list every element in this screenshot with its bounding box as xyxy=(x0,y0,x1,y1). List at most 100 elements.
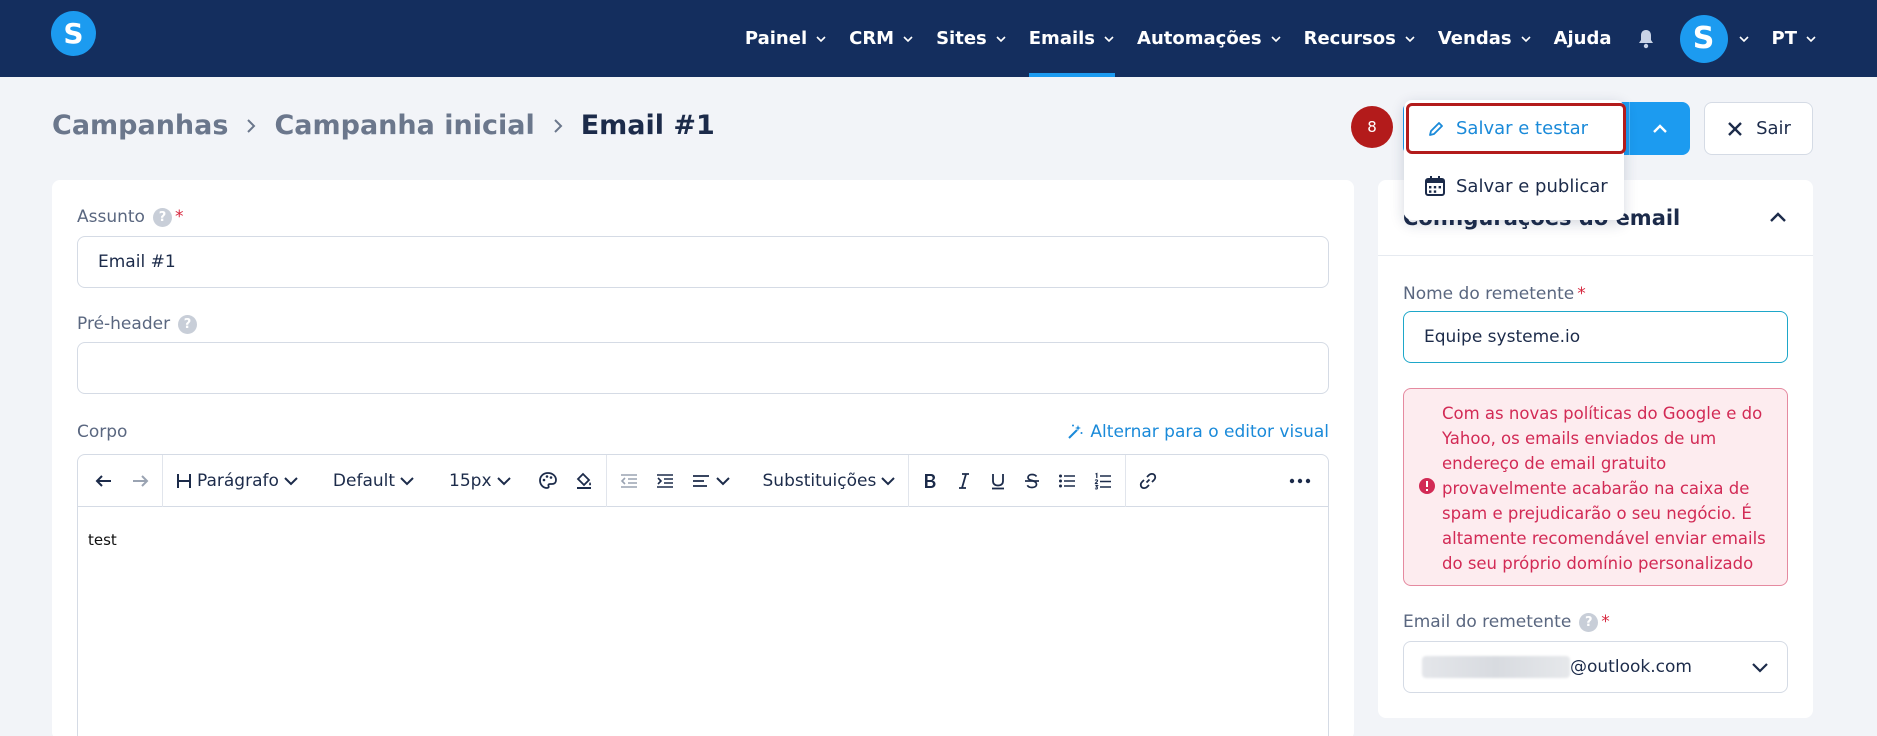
strikethrough-button[interactable] xyxy=(1015,461,1049,501)
breadcrumb-campanhas[interactable]: Campanhas xyxy=(52,110,228,141)
bell-icon[interactable] xyxy=(1634,27,1658,51)
language-selector[interactable]: PT xyxy=(1772,0,1817,77)
subject-value: Email #1 xyxy=(98,252,176,272)
strikethrough-icon xyxy=(1025,473,1040,488)
sender-name-label: Nome do remetente * xyxy=(1403,284,1586,304)
preheader-label: Pré-header ? xyxy=(77,314,198,334)
chevron-down-icon xyxy=(496,476,511,485)
page-title: Email #1 xyxy=(580,110,715,141)
substitutions-select[interactable]: Substituições xyxy=(751,461,905,501)
logo-letter: S xyxy=(63,17,84,50)
editor-text: test xyxy=(88,531,117,549)
chevron-down-icon[interactable] xyxy=(1738,33,1750,45)
subject-label: Assunto ? * xyxy=(77,207,183,227)
menu-item-save-and-test[interactable]: Salvar e testar xyxy=(1406,103,1626,154)
nav-item-painel[interactable]: Painel xyxy=(745,0,827,77)
exit-button-label: Sair xyxy=(1756,118,1791,139)
chevron-down-icon xyxy=(715,476,730,485)
chevron-up-icon xyxy=(1653,123,1667,133)
sender-email-select[interactable]: @outlook.com xyxy=(1403,641,1788,693)
chevron-up-icon[interactable] xyxy=(1768,208,1788,228)
nav-item-emails[interactable]: Emails xyxy=(1028,0,1116,77)
nav-item-ajuda[interactable]: Ajuda xyxy=(1554,0,1612,77)
nav-item-automacoes[interactable]: Automações xyxy=(1137,0,1282,77)
nav-item-recursos[interactable]: Recursos xyxy=(1304,0,1416,77)
chevron-down-icon xyxy=(1806,35,1816,42)
chevron-down-icon xyxy=(1520,35,1531,42)
chevron-down-icon xyxy=(1752,663,1768,673)
numbered-list-button[interactable] xyxy=(1085,461,1121,501)
subject-input[interactable]: Email #1 xyxy=(77,236,1329,288)
avatar[interactable]: S xyxy=(1679,14,1728,63)
toolbar-divider xyxy=(1125,454,1127,507)
help-icon[interactable]: ? xyxy=(1579,612,1599,632)
arrow-right-icon xyxy=(133,474,149,487)
paint-bucket-icon xyxy=(576,472,591,489)
italic-button[interactable] xyxy=(947,461,981,501)
palette-icon xyxy=(538,471,557,489)
indent-icon xyxy=(656,473,673,488)
chevron-down-icon xyxy=(1405,35,1415,42)
nav-item-sites[interactable]: Sites xyxy=(936,0,1007,77)
nav-item-label: Ajuda xyxy=(1553,28,1612,49)
redo-button[interactable] xyxy=(122,461,158,501)
bold-button[interactable] xyxy=(913,461,947,501)
preheader-label-text: Pré-header xyxy=(77,314,171,334)
font-size-select[interactable]: 15px xyxy=(437,461,519,501)
preheader-input[interactable] xyxy=(77,342,1329,394)
exit-button[interactable]: Sair xyxy=(1704,102,1813,155)
underline-button[interactable] xyxy=(981,461,1015,501)
chevron-right-icon xyxy=(553,118,563,133)
body-label-text: Corpo xyxy=(77,422,128,442)
breadcrumb: Campanhas Campanha inicial Email #1 xyxy=(52,110,715,141)
switch-visual-editor-link[interactable]: Alternar para o editor visual xyxy=(1066,422,1329,442)
sender-email-label-text: Email do remetente xyxy=(1403,612,1572,632)
nav-item-label: Automações xyxy=(1137,28,1262,49)
chevron-right-icon xyxy=(247,118,256,133)
nav-item-vendas[interactable]: Vendas xyxy=(1438,0,1532,77)
body-editor: Parágrafo Default 15px Substituições tes… xyxy=(77,454,1329,736)
outdent-button[interactable] xyxy=(611,461,647,501)
required-mark: * xyxy=(174,207,184,227)
calendar-icon xyxy=(1425,176,1445,196)
nav-item-crm[interactable]: CRM xyxy=(849,0,914,77)
chevron-down-icon xyxy=(400,476,414,485)
help-icon[interactable]: ? xyxy=(178,314,198,334)
menu-item-save-and-publish[interactable]: Salvar e publicar xyxy=(1404,158,1624,214)
indent-button[interactable] xyxy=(647,461,683,501)
breadcrumb-campanha-inicial[interactable]: Campanha inicial xyxy=(274,110,534,141)
background-color-button[interactable] xyxy=(566,461,602,501)
help-icon[interactable]: ? xyxy=(152,207,172,227)
font-family-select[interactable]: Default xyxy=(321,461,423,501)
arrow-left-icon xyxy=(95,474,111,487)
nav-item-label: CRM xyxy=(849,28,895,49)
chevron-down-icon xyxy=(996,35,1006,42)
systeme-logo[interactable]: S xyxy=(51,11,96,56)
top-navigation: S Painel CRM Sites Emails Automações Rec… xyxy=(0,0,1877,77)
block-format-label: Parágrafo xyxy=(197,470,279,491)
numbered-list-icon xyxy=(1095,472,1112,490)
toolbar-divider xyxy=(605,454,607,507)
free-email-warning: Com as novas políticas do Google e do Ya… xyxy=(1403,388,1788,586)
magic-wand-icon xyxy=(1068,424,1083,439)
undo-button[interactable] xyxy=(86,461,122,501)
step-badge: 8 xyxy=(1351,106,1393,148)
chevron-down-icon xyxy=(881,476,896,485)
align-select[interactable] xyxy=(683,461,739,501)
sender-name-value: Equipe systeme.io xyxy=(1424,327,1581,347)
text-color-button[interactable] xyxy=(530,461,566,501)
editor-content[interactable]: test xyxy=(78,507,1328,573)
avatar-letter: S xyxy=(1692,21,1715,56)
insert-link-button[interactable] xyxy=(1130,461,1166,501)
save-options-toggle[interactable] xyxy=(1629,102,1690,155)
nav-item-label: Vendas xyxy=(1437,28,1512,49)
nav-item-label: Sites xyxy=(936,28,987,49)
block-format-select[interactable]: Parágrafo xyxy=(167,461,307,501)
email-settings-card: Configurações do email Nome do remetente… xyxy=(1378,180,1813,718)
email-form-card: Assunto ? * Email #1 Pré-header ? Corpo … xyxy=(52,180,1354,736)
font-size-label: 15px xyxy=(449,470,492,491)
sender-name-input[interactable]: Equipe systeme.io xyxy=(1403,311,1788,363)
more-options-button[interactable] xyxy=(1280,461,1320,501)
subject-label-text: Assunto xyxy=(77,207,145,227)
bullet-list-button[interactable] xyxy=(1049,461,1085,501)
